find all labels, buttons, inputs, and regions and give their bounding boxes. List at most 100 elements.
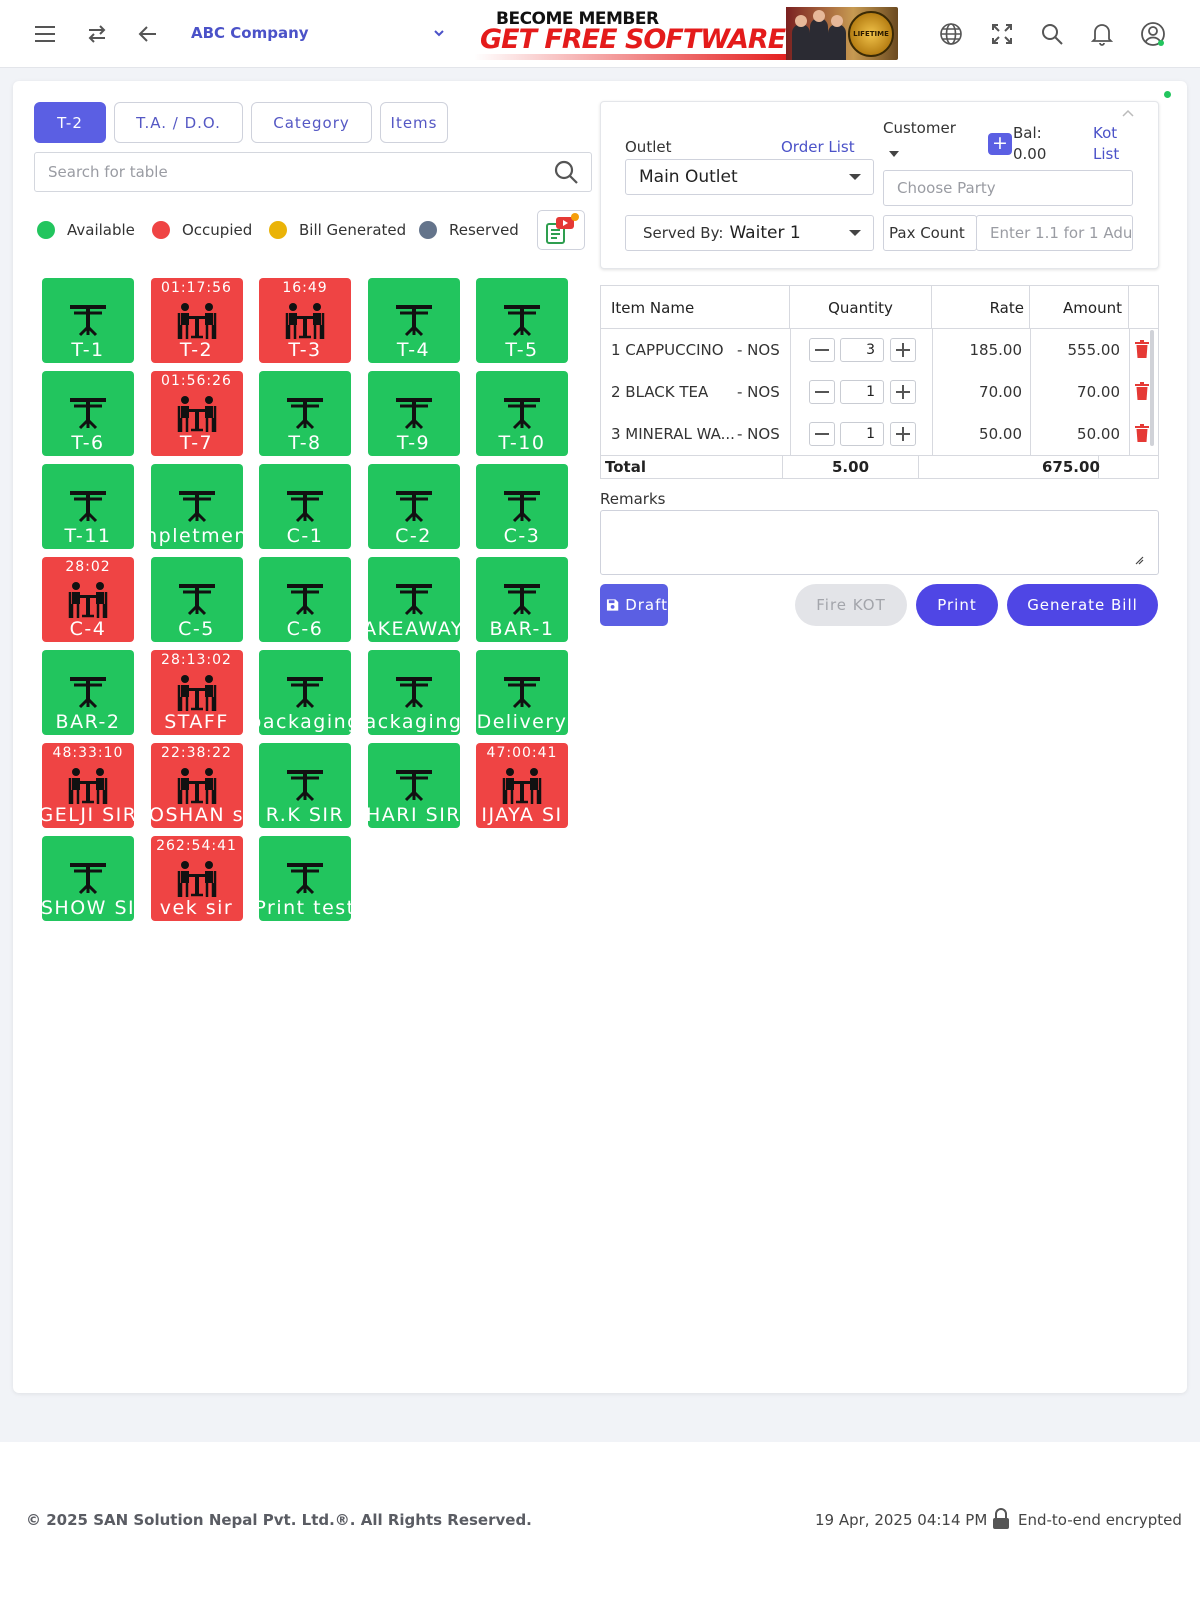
- table-tile[interactable]: T-9: [367, 371, 460, 456]
- delete-item-icon[interactable]: [1135, 424, 1149, 446]
- table-tile[interactable]: T-10: [476, 371, 568, 456]
- table-tile[interactable]: 22:38:22 OSHAN s: [150, 743, 243, 828]
- table-tile[interactable]: 01:17:56 T-2: [150, 278, 243, 363]
- table-tile[interactable]: T-8: [259, 371, 351, 456]
- delete-item-icon[interactable]: [1135, 340, 1149, 362]
- globe-icon[interactable]: [937, 20, 965, 48]
- fullscreen-icon[interactable]: [988, 20, 1016, 48]
- table-timer: 16:49: [282, 280, 328, 296]
- table-name: C-6: [286, 618, 324, 640]
- outlet-select[interactable]: Main Outlet: [625, 159, 874, 195]
- table-tile[interactable]: C-3: [476, 464, 568, 549]
- table-tile[interactable]: packaging: [259, 650, 351, 735]
- table-tile[interactable]: 47:00:41 IJAYA SI: [476, 743, 568, 828]
- resize-handle-icon[interactable]: [1134, 550, 1144, 569]
- table-name: T-6: [71, 432, 105, 454]
- chevron-down-icon[interactable]: [433, 24, 445, 43]
- pax-count-input[interactable]: [976, 215, 1133, 251]
- table-tile[interactable]: R.K SIR: [259, 743, 351, 828]
- table-name: npletmen: [150, 525, 243, 547]
- items-scrollbar[interactable]: [1150, 330, 1154, 446]
- order-list-link[interactable]: Order List: [781, 138, 855, 156]
- table-tile[interactable]: Delivery: [476, 650, 568, 735]
- print-button[interactable]: Print: [916, 584, 998, 626]
- table-icon: [285, 675, 325, 713]
- col-header-item-name: Item Name: [601, 286, 790, 329]
- quantity-input[interactable]: 3: [840, 338, 884, 362]
- user-avatar-icon[interactable]: [1139, 20, 1167, 48]
- draft-button[interactable]: Draft: [600, 584, 668, 626]
- decrease-qty-button[interactable]: [809, 380, 835, 404]
- table-tile[interactable]: T-5: [476, 278, 568, 363]
- table-tile[interactable]: 262:54:41 vek sir: [150, 836, 243, 921]
- quantity-input[interactable]: 1: [840, 380, 884, 404]
- table-tile[interactable]: C-5: [150, 557, 243, 642]
- decrease-qty-button[interactable]: [809, 422, 835, 446]
- tab-current-table[interactable]: T-2: [34, 102, 106, 143]
- table-tile[interactable]: C-2: [367, 464, 460, 549]
- table-name: BAR-2: [55, 711, 121, 733]
- choose-party-input[interactable]: [883, 170, 1133, 206]
- table-icon: [285, 768, 325, 806]
- decrease-qty-button[interactable]: [809, 338, 835, 362]
- collapse-chevron-icon[interactable]: [1122, 102, 1134, 121]
- tab-items[interactable]: Items: [380, 102, 448, 143]
- table-tile[interactable]: 16:49 T-3: [259, 278, 351, 363]
- table-tile[interactable]: T-1: [42, 278, 134, 363]
- table-tile[interactable]: T-6: [42, 371, 134, 456]
- table-name: T-11: [64, 525, 112, 547]
- swap-icon[interactable]: [83, 20, 111, 48]
- company-selector[interactable]: ABC Company: [191, 24, 309, 42]
- table-tile[interactable]: ackaging: [367, 650, 460, 735]
- occupied-table-icon: [68, 581, 108, 623]
- increase-qty-button[interactable]: [890, 422, 916, 446]
- table-tile[interactable]: C-1: [259, 464, 351, 549]
- quantity-input[interactable]: 1: [840, 422, 884, 446]
- tab-takeaway-delivery[interactable]: T.A. / D.O.: [114, 102, 243, 143]
- table-tile[interactable]: BAR-1: [476, 557, 568, 642]
- served-by-select[interactable]: Served By: Waiter 1: [625, 215, 874, 251]
- tab-category[interactable]: Category: [251, 102, 372, 143]
- kot-list-link-line2[interactable]: List: [1093, 145, 1119, 163]
- table-tile[interactable]: 01:56:26 T-7: [150, 371, 243, 456]
- table-icon: [68, 396, 108, 434]
- table-tile[interactable]: AKEAWAY: [367, 557, 460, 642]
- generate-bill-button[interactable]: Generate Bill: [1007, 584, 1158, 626]
- table-tile[interactable]: BAR-2: [42, 650, 134, 735]
- occupied-table-icon: [177, 302, 217, 344]
- legend-occupied: Occupied: [152, 221, 252, 239]
- table-tile[interactable]: T-11: [42, 464, 134, 549]
- table-tile[interactable]: HARI SIR: [367, 743, 460, 828]
- table-search-input[interactable]: [35, 153, 535, 191]
- promo-banner[interactable]: BECOME MEMBER GET FREE SOFTWARE LIFETIME: [474, 7, 898, 60]
- table-name: C-5: [178, 618, 215, 640]
- table-tile[interactable]: 28:02 C-4: [42, 557, 134, 642]
- kot-list-link[interactable]: Kot: [1093, 124, 1117, 142]
- table-tile[interactable]: T-4: [367, 278, 460, 363]
- search-icon[interactable]: [553, 159, 579, 189]
- customer-caret-icon[interactable]: [889, 151, 899, 157]
- increase-qty-button[interactable]: [890, 338, 916, 362]
- increase-qty-button[interactable]: [890, 380, 916, 404]
- table-icon: [502, 489, 542, 527]
- menu-icon[interactable]: [32, 20, 60, 48]
- remarks-textarea[interactable]: [600, 510, 1159, 575]
- delete-item-icon[interactable]: [1135, 382, 1149, 404]
- table-tile[interactable]: 48:33:10 GELJI SIR: [42, 743, 134, 828]
- item-rate: 50.00: [979, 425, 1022, 443]
- table-tile[interactable]: npletmen: [150, 464, 243, 549]
- bell-icon[interactable]: [1088, 20, 1116, 48]
- back-arrow-icon[interactable]: [134, 20, 162, 48]
- fire-kot-button[interactable]: Fire KOT: [795, 584, 907, 626]
- pax-count-label-box: Pax Count: [883, 215, 977, 251]
- table-tile[interactable]: SHOW SI: [42, 836, 134, 921]
- table-tile[interactable]: 28:13:02 STAFF: [150, 650, 243, 735]
- search-icon[interactable]: [1038, 20, 1066, 48]
- table-icon: [502, 396, 542, 434]
- video-guide-button[interactable]: [537, 210, 585, 250]
- table-tile[interactable]: C-6: [259, 557, 351, 642]
- encryption-text: End-to-end encrypted: [1018, 1511, 1182, 1529]
- table-tile[interactable]: Print test: [259, 836, 351, 921]
- header-divider: [601, 328, 1158, 329]
- add-customer-button[interactable]: +: [988, 133, 1012, 155]
